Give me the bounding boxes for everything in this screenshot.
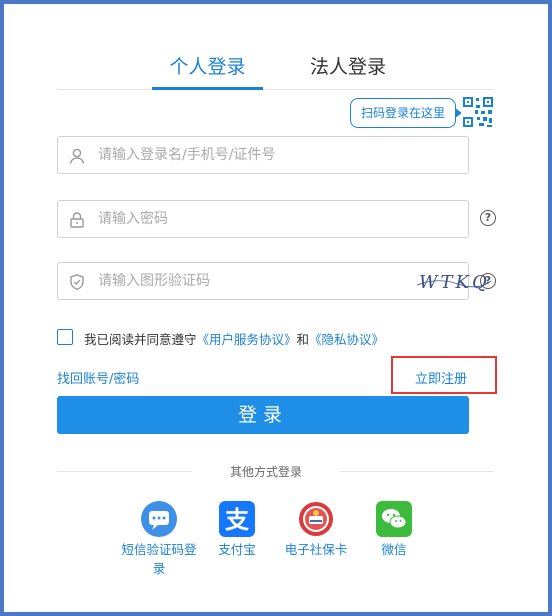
login-card: 个人登录 法人登录 扫码登录在这里 请输入登录名/手机号/证件号 ? 请输入图形… — [4, 4, 548, 612]
svg-text:支: 支 — [225, 506, 250, 534]
wechat-icon — [376, 501, 412, 537]
sms-login-option[interactable]: 短信验证码登录 — [119, 501, 199, 578]
captcha-field[interactable]: WTKQ — [57, 262, 492, 300]
social-security-card-icon — [299, 502, 333, 536]
social-security-label: 电子社保卡 — [284, 542, 348, 557]
terms-link[interactable]: 《用户服务协议》 — [197, 332, 297, 347]
password-field[interactable] — [57, 200, 469, 238]
shield-icon — [70, 274, 84, 291]
active-tab-indicator — [152, 87, 263, 90]
captcha-help-icon[interactable]: ? — [480, 273, 496, 289]
wechat-label: 微信 — [381, 542, 407, 557]
agreement-and: 和 — [296, 332, 310, 347]
other-methods-label: 其他方式登录 — [229, 465, 302, 479]
agreement-text: 我已阅读并同意遵守《用户服务协议》和《隐私协议》 — [84, 329, 384, 348]
sms-login-label: 短信验证码登录 — [121, 542, 197, 576]
username-field[interactable] — [57, 136, 469, 174]
alipay-label: 支付宝 — [218, 542, 256, 557]
captcha-input[interactable] — [98, 263, 358, 299]
qr-login-hint[interactable]: 扫码登录在这里 — [350, 98, 462, 128]
lock-icon — [70, 212, 84, 228]
tab-personal-login[interactable]: 个人登录 — [152, 52, 263, 79]
sms-icon — [141, 501, 177, 537]
password-input[interactable] — [98, 201, 358, 237]
recover-account-link[interactable]: 找回账号/密码 — [57, 368, 139, 387]
agreement-checkbox[interactable] — [57, 329, 73, 345]
qr-code-icon[interactable] — [461, 95, 495, 129]
alipay-icon: 支 — [219, 501, 255, 537]
password-help-icon[interactable]: ? — [480, 210, 496, 226]
username-input[interactable] — [98, 137, 358, 173]
agreement-prefix: 我已阅读并同意遵守 — [84, 332, 197, 347]
login-button[interactable]: 登录 — [57, 396, 469, 434]
social-security-login-option[interactable]: 电子社保卡 — [276, 501, 356, 559]
tab-corporate-login[interactable]: 法人登录 — [298, 52, 398, 79]
register-link[interactable]: 立即注册 — [415, 368, 467, 387]
alipay-login-option[interactable]: 支 支付宝 — [197, 501, 277, 559]
divider-left — [57, 471, 192, 472]
tab-divider — [57, 89, 495, 90]
user-icon — [69, 148, 85, 164]
divider-right — [340, 471, 494, 472]
privacy-link[interactable]: 《隐私协议》 — [309, 332, 384, 347]
wechat-login-option[interactable]: 微信 — [354, 501, 434, 559]
